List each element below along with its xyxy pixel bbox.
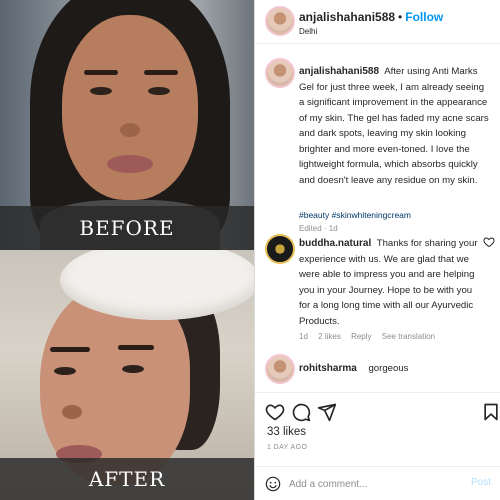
lips [107, 155, 153, 173]
heart-icon[interactable] [265, 402, 285, 422]
nose [62, 405, 82, 419]
comments-list[interactable]: anjalishahani588 After using Anti Marks … [255, 48, 500, 388]
share-icon[interactable] [317, 402, 337, 422]
caption-avatar[interactable] [265, 58, 295, 88]
author-username[interactable]: anjalishahani588 [299, 10, 395, 24]
caption-hashtags[interactable]: #beauty #skinwhiteningcream [299, 208, 411, 224]
reply-avatar[interactable] [265, 234, 295, 264]
comment-text: gorgeous [368, 363, 409, 374]
like-comment-heart-icon[interactable] [483, 236, 495, 248]
caption-username[interactable]: anjalishahani588 [299, 66, 379, 77]
action-bar [255, 392, 500, 428]
reply-likes[interactable]: 2 likes [318, 332, 341, 341]
eye-right [122, 365, 144, 373]
comment-icon[interactable] [291, 402, 311, 422]
comment-text-block: rohitsharma gorgeous [299, 361, 489, 377]
location-link[interactable]: Delhi [299, 27, 317, 36]
before-photo: BEFORE [0, 0, 254, 250]
reply-time: 1d [299, 332, 308, 341]
face-shape [62, 15, 198, 200]
bookmark-icon[interactable] [481, 402, 500, 422]
caption-text-block: anjalishahani588 After using Anti Marks … [299, 64, 491, 188]
reply-username[interactable]: buddha.natural [299, 238, 371, 249]
follow-button[interactable]: Follow [405, 10, 443, 24]
header-user-line: anjalishahani588 • Follow [299, 10, 443, 24]
likes-count[interactable]: 33 likes [267, 426, 306, 438]
eye-left [90, 87, 112, 95]
see-translation-link[interactable]: See translation [382, 332, 435, 341]
brow-right [118, 345, 154, 350]
post-header: anjalishahani588 • Follow Delhi [255, 0, 500, 44]
brow-left [50, 347, 90, 352]
after-label: AFTER [0, 458, 254, 500]
reply-text: Thanks for sharing your experience with … [299, 238, 478, 327]
post-button[interactable]: Post [471, 477, 491, 488]
nose [120, 123, 140, 137]
commenter-username[interactable]: rohitsharma [299, 363, 357, 374]
brow-right [144, 70, 178, 75]
post-media[interactable]: BEFORE AFTER [0, 0, 254, 500]
after-photo: AFTER [0, 250, 254, 500]
before-label: BEFORE [0, 206, 254, 250]
caption-meta: Edited · 1d [299, 224, 338, 233]
separator-dot: • [398, 10, 403, 24]
reply-button[interactable]: Reply [351, 332, 371, 341]
author-avatar[interactable] [265, 6, 295, 36]
add-comment-bar: Post [255, 466, 500, 500]
brow-left [84, 70, 118, 75]
eye-left [54, 367, 76, 375]
commenter-avatar[interactable] [265, 354, 295, 384]
post-panel: anjalishahani588 • Follow Delhi anjalishah… [254, 0, 500, 500]
emoji-icon[interactable] [265, 476, 281, 492]
post-time: 1 DAY AGO [267, 444, 308, 451]
reply-meta: 1d 2 likes Reply See translation [299, 332, 443, 341]
comment-input[interactable] [289, 475, 459, 493]
caption-text: After using Anti Marks Gel for just thre… [299, 66, 489, 186]
reply-text-block: buddha.natural Thanks for sharing your e… [299, 236, 479, 329]
eye-right [148, 87, 170, 95]
